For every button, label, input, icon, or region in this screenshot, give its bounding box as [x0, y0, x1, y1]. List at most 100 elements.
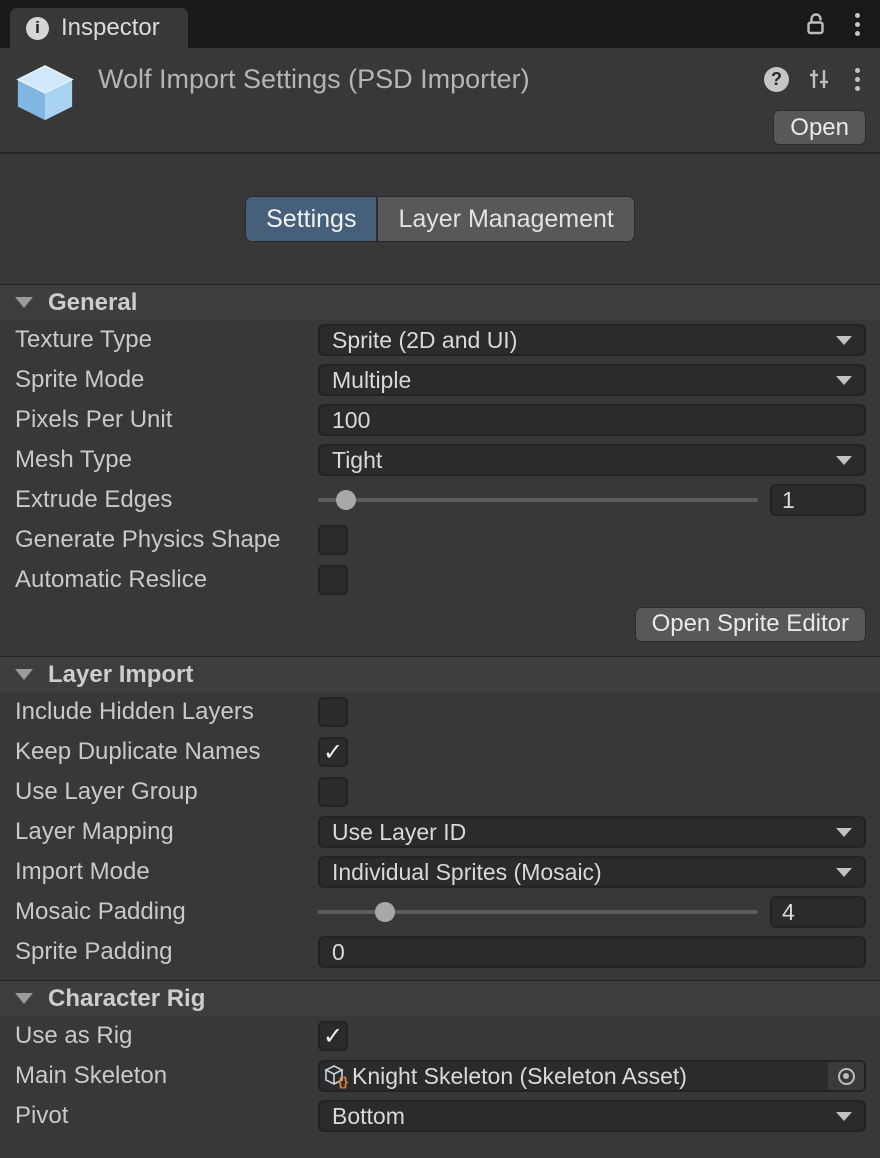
- mosaic-padding-value-field[interactable]: 4: [770, 896, 866, 928]
- mesh-type-label: Mesh Type: [15, 446, 318, 474]
- open-button[interactable]: Open: [773, 110, 866, 145]
- dropdown-arrow-icon: [836, 456, 852, 465]
- automatic-reslice-checkbox[interactable]: [318, 565, 348, 595]
- section-header-character-rig[interactable]: Character Rig: [0, 980, 880, 1016]
- texture-type-label: Texture Type: [15, 326, 318, 354]
- foldout-arrow-icon: [15, 669, 33, 680]
- tab-layer-management[interactable]: Layer Management: [376, 197, 633, 241]
- row-texture-type: Texture Type Sprite (2D and UI): [0, 320, 880, 360]
- extrude-edges-value-field[interactable]: 1: [770, 484, 866, 516]
- row-sprite-padding: Sprite Padding 0: [0, 932, 880, 972]
- sprite-mode-dropdown[interactable]: Multiple: [318, 364, 866, 396]
- keep-duplicate-names-checkbox[interactable]: [318, 737, 348, 767]
- use-layer-group-label: Use Layer Group: [15, 778, 318, 806]
- foldout-arrow-icon: [15, 993, 33, 1004]
- window-tab-strip: Inspector: [0, 0, 880, 48]
- main-skeleton-object-field[interactable]: {} Knight Skeleton (Skeleton Asset): [318, 1060, 866, 1092]
- generate-physics-shape-label: Generate Physics Shape: [15, 526, 318, 554]
- use-as-rig-label: Use as Rig: [15, 1022, 318, 1050]
- window-kebab-menu-icon[interactable]: [849, 9, 866, 40]
- import-mode-value: Individual Sprites (Mosaic): [332, 859, 836, 886]
- slider-handle[interactable]: [336, 490, 356, 510]
- sprite-padding-field[interactable]: 0: [318, 936, 866, 968]
- object-picker-icon[interactable]: [828, 1062, 864, 1090]
- mode-tabs: Settings Layer Management: [245, 196, 635, 242]
- main-skeleton-value: Knight Skeleton (Skeleton Asset): [352, 1063, 828, 1090]
- texture-type-value: Sprite (2D and UI): [332, 327, 836, 354]
- asset-header: Wolf Import Settings (PSD Importer) Open: [0, 48, 880, 152]
- include-hidden-layers-checkbox[interactable]: [318, 697, 348, 727]
- header-main: Wolf Import Settings (PSD Importer) Open: [98, 56, 866, 152]
- inspector-tab-label: Inspector: [61, 14, 160, 42]
- header-title-row: Wolf Import Settings (PSD Importer): [98, 56, 866, 102]
- texture-type-dropdown[interactable]: Sprite (2D and UI): [318, 324, 866, 356]
- row-automatic-reslice: Automatic Reslice: [0, 560, 880, 600]
- layer-mapping-label: Layer Mapping: [15, 818, 318, 846]
- lock-icon[interactable]: [805, 12, 827, 36]
- sprite-mode-label: Sprite Mode: [15, 366, 318, 394]
- info-icon: [26, 17, 49, 40]
- slider-handle[interactable]: [375, 902, 395, 922]
- tab-strip-icons: [791, 0, 880, 48]
- section-title: Character Rig: [48, 985, 205, 1013]
- sprite-mode-value: Multiple: [332, 367, 836, 394]
- row-layer-mapping: Layer Mapping Use Layer ID: [0, 812, 880, 852]
- slider-track: [318, 498, 758, 502]
- open-sprite-editor-button[interactable]: Open Sprite Editor: [635, 607, 866, 642]
- help-icon[interactable]: [764, 67, 789, 92]
- row-use-layer-group: Use Layer Group: [0, 772, 880, 812]
- automatic-reslice-label: Automatic Reslice: [15, 566, 318, 594]
- layer-mapping-dropdown[interactable]: Use Layer ID: [318, 816, 866, 848]
- row-keep-duplicate-names: Keep Duplicate Names: [0, 732, 880, 772]
- sprite-editor-button-row: Open Sprite Editor: [0, 600, 880, 648]
- extrude-edges-label: Extrude Edges: [15, 486, 318, 514]
- row-mesh-type: Mesh Type Tight: [0, 440, 880, 480]
- import-mode-dropdown[interactable]: Individual Sprites (Mosaic): [318, 856, 866, 888]
- psd-importer-icon: [14, 62, 76, 124]
- header-kebab-menu-icon[interactable]: [849, 64, 866, 95]
- pivot-label: Pivot: [15, 1102, 318, 1130]
- tab-settings[interactable]: Settings: [246, 197, 376, 241]
- main-skeleton-label: Main Skeleton: [15, 1062, 318, 1090]
- section-title: General: [48, 289, 137, 317]
- mode-tabs-zone: Settings Layer Management: [0, 152, 880, 284]
- mosaic-padding-slider[interactable]: [318, 896, 758, 928]
- pivot-value: Bottom: [332, 1103, 836, 1130]
- extrude-edges-slider[interactable]: [318, 484, 758, 516]
- extrude-edges-control: 1: [318, 484, 866, 516]
- section-header-layer-import[interactable]: Layer Import: [0, 656, 880, 692]
- row-generate-physics-shape: Generate Physics Shape: [0, 520, 880, 560]
- row-mosaic-padding: Mosaic Padding 4: [0, 892, 880, 932]
- row-pixels-per-unit: Pixels Per Unit 100: [0, 400, 880, 440]
- import-mode-label: Import Mode: [15, 858, 318, 886]
- section-header-general[interactable]: General: [0, 284, 880, 320]
- row-main-skeleton: Main Skeleton {} Knight Skeleton (Skelet…: [0, 1056, 880, 1096]
- mesh-type-dropdown[interactable]: Tight: [318, 444, 866, 476]
- skeleton-asset-icon: {}: [324, 1063, 350, 1089]
- inspector-tab[interactable]: Inspector: [10, 8, 188, 48]
- keep-duplicate-names-label: Keep Duplicate Names: [15, 738, 318, 766]
- row-use-as-rig: Use as Rig: [0, 1016, 880, 1056]
- row-sprite-mode: Sprite Mode Multiple: [0, 360, 880, 400]
- pixels-per-unit-field[interactable]: 100: [318, 404, 866, 436]
- include-hidden-layers-label: Include Hidden Layers: [15, 698, 318, 726]
- use-as-rig-checkbox[interactable]: [318, 1021, 348, 1051]
- pixels-per-unit-label: Pixels Per Unit: [15, 406, 318, 434]
- presets-icon[interactable]: [807, 67, 831, 91]
- section-title: Layer Import: [48, 661, 193, 689]
- row-pivot: Pivot Bottom: [0, 1096, 880, 1136]
- row-include-hidden-layers: Include Hidden Layers: [0, 692, 880, 732]
- sprite-padding-label: Sprite Padding: [15, 938, 318, 966]
- layer-mapping-value: Use Layer ID: [332, 819, 836, 846]
- generate-physics-shape-checkbox[interactable]: [318, 525, 348, 555]
- dropdown-arrow-icon: [836, 1112, 852, 1121]
- row-import-mode: Import Mode Individual Sprites (Mosaic): [0, 852, 880, 892]
- pivot-dropdown[interactable]: Bottom: [318, 1100, 866, 1132]
- dropdown-arrow-icon: [836, 828, 852, 837]
- asset-title: Wolf Import Settings (PSD Importer): [98, 64, 764, 95]
- dropdown-arrow-icon: [836, 376, 852, 385]
- use-layer-group-checkbox[interactable]: [318, 777, 348, 807]
- mosaic-padding-control: 4: [318, 896, 866, 928]
- mesh-type-value: Tight: [332, 447, 836, 474]
- mosaic-padding-label: Mosaic Padding: [15, 898, 318, 926]
